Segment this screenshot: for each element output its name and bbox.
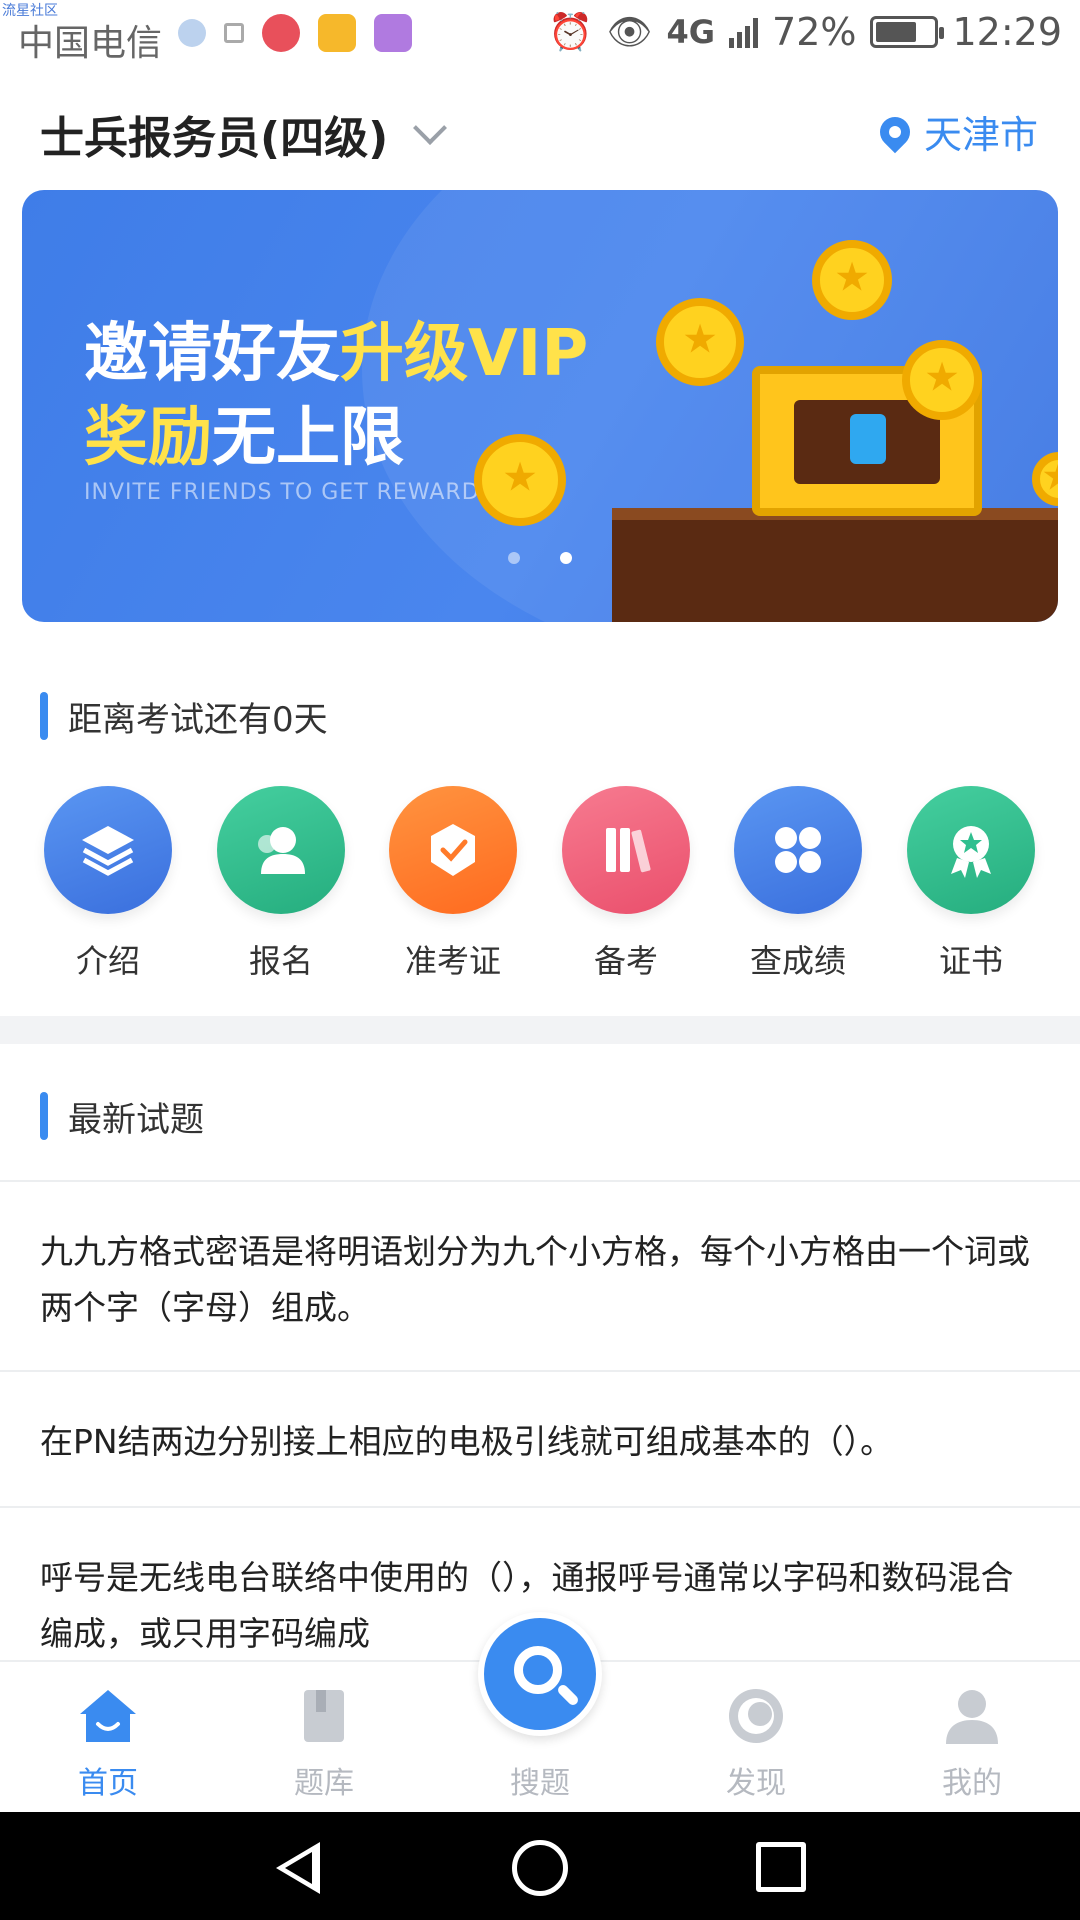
shortcut-admission-ticket[interactable]: 准考证 bbox=[383, 786, 523, 982]
section-divider bbox=[0, 1016, 1080, 1044]
search-fab-button[interactable] bbox=[478, 1612, 602, 1736]
book-icon bbox=[292, 1684, 356, 1748]
shortcut-certificate[interactable]: 证书 bbox=[901, 786, 1041, 982]
countdown-text: 距离考试还有0天 bbox=[68, 699, 328, 740]
tab-label: 我的 bbox=[942, 1766, 1002, 1801]
shortcut-label: 备考 bbox=[593, 942, 658, 980]
folder-app-icon bbox=[318, 14, 356, 52]
shortcut-label: 报名 bbox=[248, 942, 313, 980]
pagination-dot[interactable] bbox=[508, 552, 520, 564]
ticket-icon bbox=[389, 786, 517, 914]
location-selector[interactable]: 天津市 bbox=[873, 104, 1038, 159]
latest-questions-header: 最新试题 bbox=[40, 1090, 204, 1142]
eye-icon: 👁 bbox=[606, 12, 653, 53]
shortcut-label: 证书 bbox=[938, 942, 1003, 980]
section-accent-bar bbox=[40, 1092, 48, 1140]
coin-icon bbox=[656, 298, 744, 386]
tab-question-bank[interactable]: 题库 bbox=[254, 1684, 394, 1802]
shortcut-intro[interactable]: 介绍 bbox=[38, 786, 178, 982]
shortcut-label: 准考证 bbox=[404, 942, 501, 980]
tab-discover[interactable]: 发现 bbox=[686, 1684, 826, 1802]
thumbs-up-icon bbox=[850, 414, 886, 464]
network-type: 4G bbox=[666, 13, 716, 51]
app-header: 士兵报务员(四级) 天津市 bbox=[0, 72, 1080, 192]
banner-headline-2: 奖励无上限 bbox=[84, 401, 404, 475]
discover-icon bbox=[724, 1684, 788, 1748]
shortcut-label: 查成绩 bbox=[749, 942, 846, 980]
chevron-down-icon[interactable] bbox=[413, 111, 447, 145]
layers-icon bbox=[44, 786, 172, 914]
signal-icon bbox=[729, 16, 759, 48]
shortcut-prepare[interactable]: 备考 bbox=[556, 786, 696, 982]
question-item[interactable]: 在PN结两边分别接上相应的电极引线就可组成基本的（）。 bbox=[40, 1414, 1040, 1470]
banner-subtitle: INVITE FRIENDS TO GET REWARDS bbox=[84, 480, 495, 505]
cartoon-app-icon bbox=[262, 14, 300, 52]
banner-headline-1: 邀请好友升级VIP bbox=[84, 317, 589, 391]
tab-home[interactable]: 首页 bbox=[38, 1684, 178, 1802]
home-icon bbox=[76, 1684, 140, 1748]
books-icon bbox=[562, 786, 690, 914]
shortcut-label: 介绍 bbox=[75, 942, 140, 980]
tab-label: 首页 bbox=[78, 1766, 138, 1801]
question-item[interactable]: 九九方格式密语是将明语划分为九个小方格，每个小方格由一个词或两个字（字母）组成。 bbox=[40, 1224, 1040, 1336]
status-right: ⏰ 👁 4G 72% 12:29 bbox=[548, 10, 1062, 54]
pagination-dot-active[interactable] bbox=[560, 552, 572, 564]
system-navigation-bar bbox=[0, 1812, 1080, 1920]
exam-selector[interactable]: 士兵报务员(四级) bbox=[40, 102, 388, 166]
carrier-name: 中国电信 bbox=[18, 23, 163, 64]
countdown-header: 距离考试还有0天 bbox=[40, 690, 328, 742]
battery-icon bbox=[870, 16, 945, 48]
shortcut-register[interactable]: 报名 bbox=[211, 786, 351, 982]
shortcut-check-score[interactable]: 查成绩 bbox=[728, 786, 868, 982]
latest-questions-title: 最新试题 bbox=[68, 1099, 204, 1140]
coin-icon bbox=[474, 434, 566, 526]
section-accent-bar bbox=[40, 692, 48, 740]
tab-label: 题库 bbox=[294, 1766, 354, 1801]
home-circle-icon[interactable] bbox=[512, 1840, 568, 1896]
tab-label: 发现 bbox=[726, 1766, 786, 1801]
badge-icon bbox=[907, 786, 1035, 914]
tab-mine[interactable]: 我的 bbox=[902, 1684, 1042, 1802]
coin-icon bbox=[902, 340, 982, 420]
location-pin-icon bbox=[873, 110, 917, 153]
shortcut-grid: 介绍 报名 准考证 备考 查成绩 证书 bbox=[0, 786, 1080, 986]
search-icon bbox=[514, 1646, 562, 1694]
banner-pagination bbox=[22, 552, 1058, 564]
coin-icon bbox=[812, 240, 892, 320]
recent-apps-icon[interactable] bbox=[756, 1842, 806, 1892]
tab-label: 搜题 bbox=[510, 1766, 570, 1801]
grid-icon bbox=[734, 786, 862, 914]
alarm-icon: ⏰ bbox=[547, 12, 593, 53]
promo-banner[interactable]: 邀请好友升级VIP 奖励无上限 INVITE FRIENDS TO GET RE… bbox=[22, 190, 1058, 622]
gallery-app-icon bbox=[374, 14, 412, 52]
clock: 12:29 bbox=[952, 10, 1062, 54]
notification-icons bbox=[178, 14, 412, 52]
battery-percent: 72% bbox=[772, 10, 857, 54]
location-label: 天津市 bbox=[923, 113, 1038, 157]
upload-icon bbox=[224, 23, 244, 43]
person-icon bbox=[217, 786, 345, 914]
user-icon bbox=[940, 1684, 1004, 1748]
status-bar: 流星社区 中国电信 ⏰ 👁 4G 72% 12:29 bbox=[0, 0, 1080, 72]
fps-icon bbox=[178, 19, 206, 47]
